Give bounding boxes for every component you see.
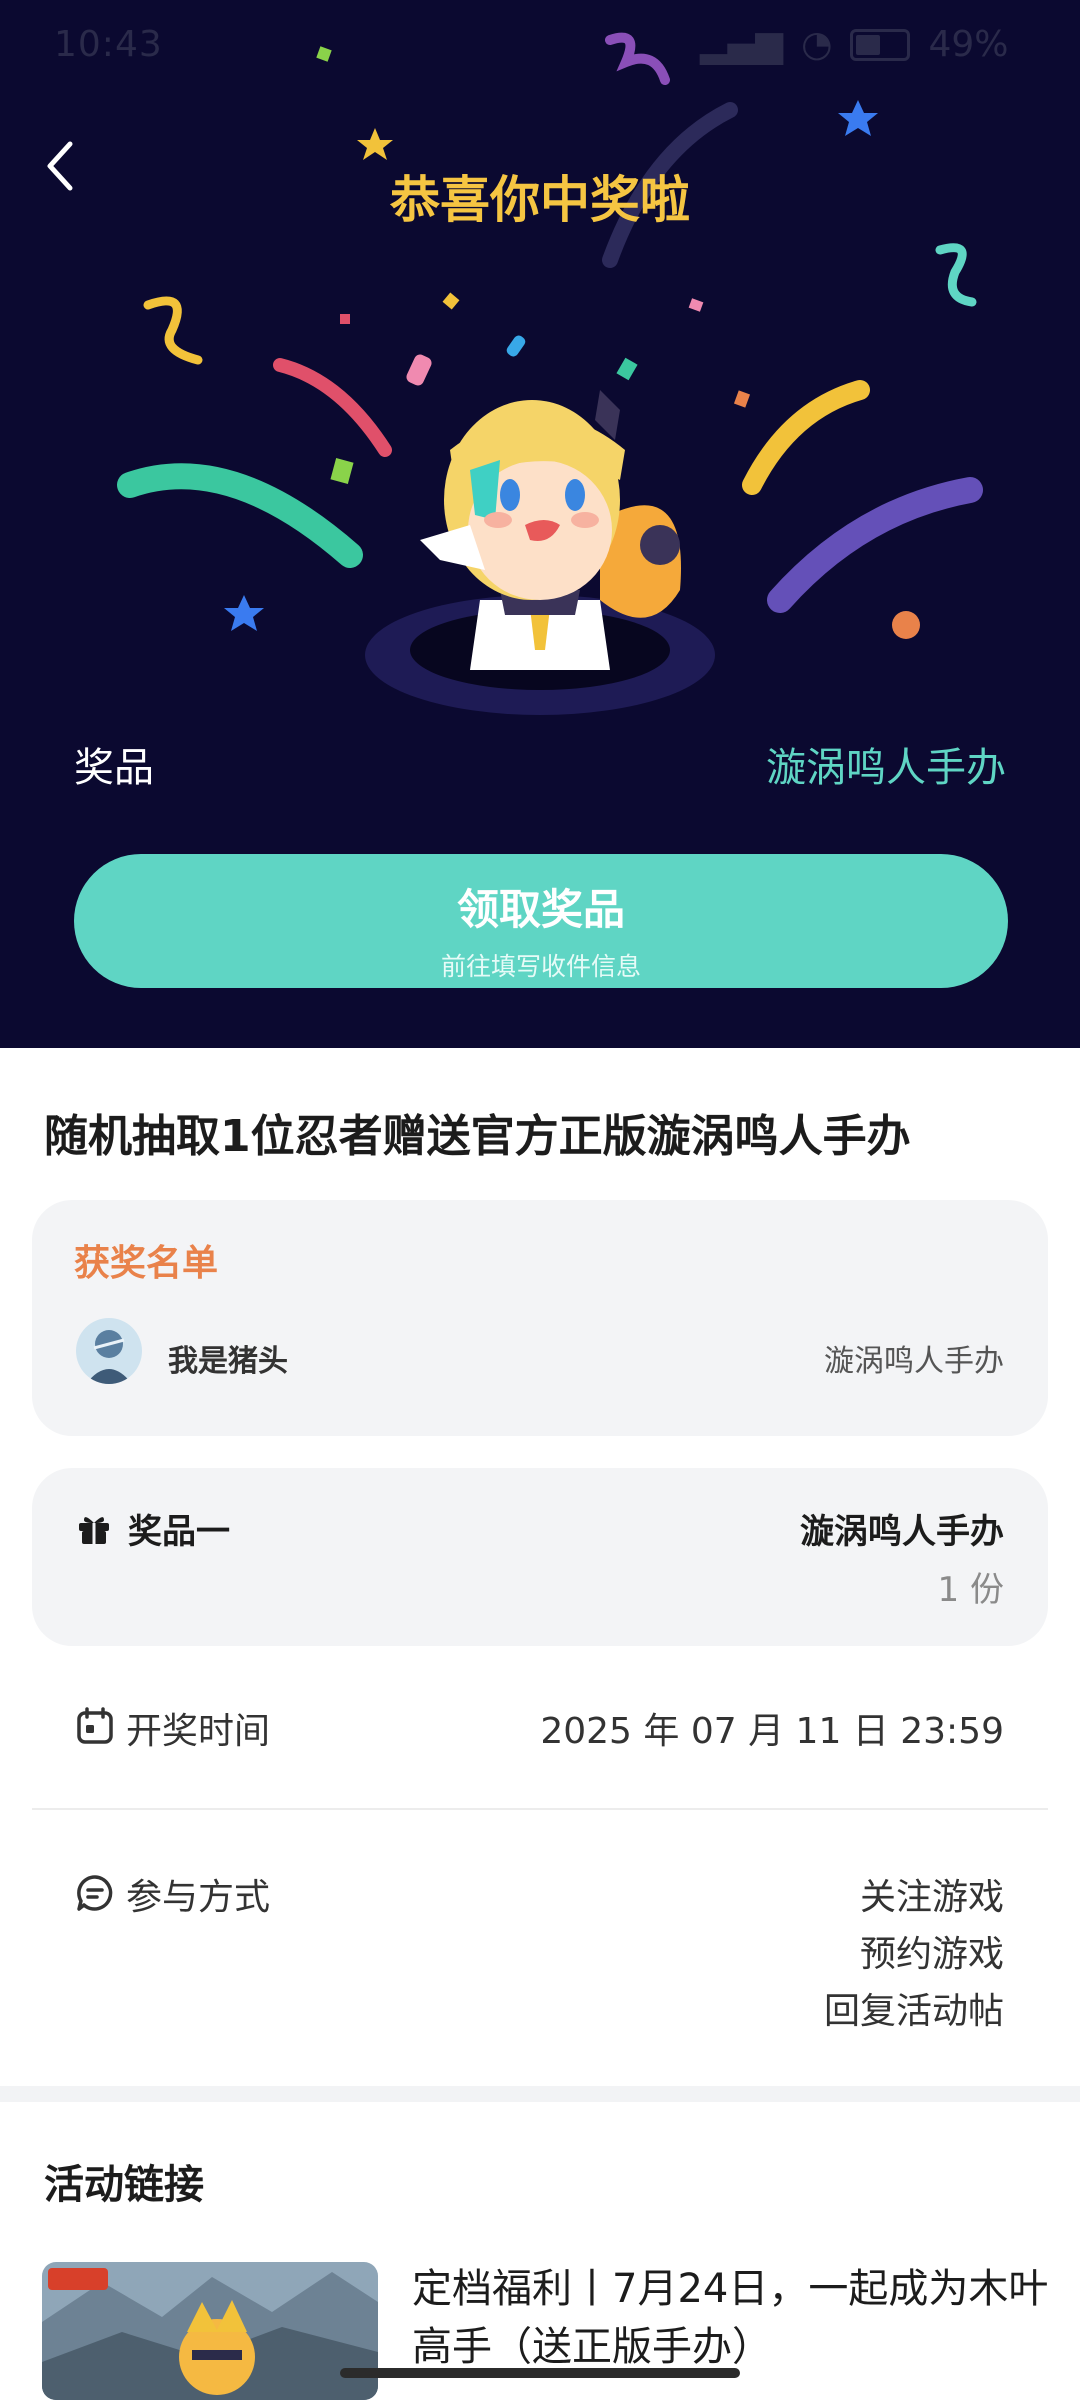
battery-level: 49% — [928, 24, 1009, 65]
avatar-image — [76, 1318, 142, 1384]
claim-prize-button[interactable]: 领取奖品 前往填写收件信息 — [74, 854, 1008, 988]
claim-button-sublabel: 前往填写收件信息 — [440, 952, 641, 981]
chat-icon — [77, 1875, 113, 1911]
wifi-icon: ◔ — [801, 24, 833, 65]
prize-card: 奖品一 漩涡鸣人手办 1 份 — [32, 1468, 1048, 1646]
status-bar: 10:43 ▂▄▆ ◔ 49% — [0, 0, 1080, 90]
winner-name[interactable]: 我是猪头 — [168, 1336, 288, 1380]
congrats-title: 恭喜你中奖啦 — [390, 171, 690, 229]
celebration-illustration — [117, 32, 983, 715]
signal-icon: ▂▄▆ — [700, 24, 784, 65]
status-icons: ▂▄▆ ◔ 49% — [700, 24, 1009, 65]
participation-label: 参与方式 — [126, 1877, 271, 1918]
prize-item-count: 1 份 — [937, 1570, 1004, 1610]
divider — [32, 1808, 1048, 1810]
participation-method-follow: 关注游戏 — [859, 1877, 1004, 1918]
avatar[interactable] — [76, 1318, 142, 1384]
battery-icon — [850, 28, 911, 61]
status-time: 10:43 — [54, 24, 163, 65]
link-title: 定档福利丨7月24日，一起成为木叶高手（送正版手办） — [412, 2266, 1049, 2370]
prize-label: 奖品 — [74, 745, 154, 791]
participation-method-reserve: 预约游戏 — [859, 1934, 1004, 1975]
activity-title: 随机抽取1位忍者赠送官方正版漩涡鸣人手办 — [44, 1111, 911, 1162]
prize-item-label: 奖品一 — [128, 1512, 230, 1552]
section-divider — [0, 2086, 1080, 2102]
activity-link-item[interactable]: 定档福利丨7月24日，一起成为木叶高手（送正版手办） — [40, 2260, 1048, 2400]
hero-banner: 10:43 ▂▄▆ ◔ 49% 恭喜你中奖啦 奖品 漩涡鸣人手办 领取奖品 前往… — [0, 0, 1080, 1048]
winner-prize: 漩涡鸣人手办 — [824, 1344, 1004, 1379]
participation-method-reply: 回复活动帖 — [823, 1991, 1004, 2032]
calendar-icon — [77, 1707, 113, 1744]
prize-value: 漩涡鸣人手办 — [766, 745, 1006, 791]
draw-time-label: 开奖时间 — [126, 1711, 271, 1752]
link-thumbnail — [42, 2262, 378, 2400]
claim-button-label: 领取奖品 — [456, 885, 625, 934]
draw-time-value: 2025 年 07 月 11 日 23:59 — [540, 1711, 1004, 1752]
winners-card: 获奖名单 我是猪头 漩涡鸣人手办 — [32, 1200, 1048, 1436]
winners-heading: 获奖名单 — [74, 1243, 219, 1284]
links-heading: 活动链接 — [44, 2162, 204, 2208]
prize-item-name: 漩涡鸣人手办 — [800, 1512, 1004, 1552]
gift-icon — [79, 1517, 109, 1544]
home-indicator[interactable] — [340, 2368, 740, 2378]
